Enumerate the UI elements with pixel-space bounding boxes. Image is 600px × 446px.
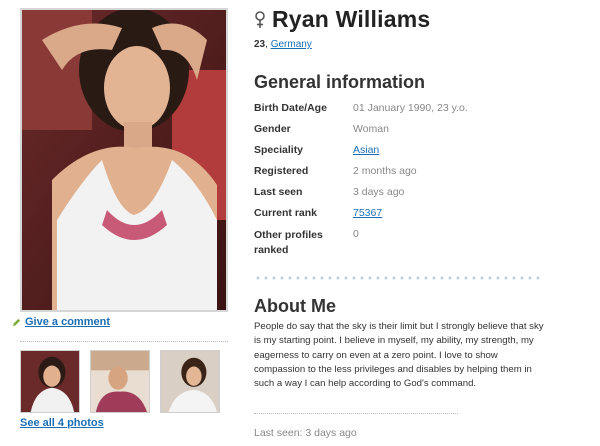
female-symbol-icon [254, 10, 266, 30]
main-profile-photo[interactable] [20, 8, 228, 312]
info-value: 2 months ago [353, 165, 417, 177]
photo-thumbnail[interactable] [160, 350, 220, 413]
age-separator: , [265, 39, 268, 50]
info-value: 3 days ago [353, 186, 405, 198]
give-comment-link[interactable]: Give a comment [12, 316, 110, 328]
country-link[interactable]: Germany [271, 39, 312, 50]
last-seen-footer: Last seen: 3 days ago [254, 427, 357, 439]
general-info-heading: General information [254, 72, 426, 92]
dotted-divider [254, 276, 544, 280]
give-comment-label[interactable]: Give a comment [25, 316, 110, 328]
info-value: Woman [353, 123, 389, 135]
info-row-current-rank: Current rank 75367 [254, 207, 554, 228]
info-label: Registered [254, 165, 309, 177]
profile-name: Ryan Williams [272, 6, 431, 32]
see-all-photos-link[interactable]: See all 4 photos [20, 417, 104, 429]
info-label: Birth Date/Age [254, 102, 327, 114]
info-row-speciality: Speciality Asian [254, 144, 554, 165]
info-row-registered: Registered 2 months ago [254, 165, 554, 186]
right-divider [254, 413, 458, 414]
speciality-link[interactable]: Asian [353, 144, 379, 156]
info-label: Gender [254, 123, 291, 135]
info-row-other-profiles: Other profiles ranked 0 [254, 228, 554, 258]
photo-thumbnails [20, 350, 220, 413]
photo-thumbnail[interactable] [20, 350, 80, 413]
info-value: 01 January 1990, 23 y.o. [353, 102, 468, 114]
profile-age: 23 [254, 39, 266, 50]
rank-link[interactable]: 75367 [353, 207, 382, 219]
age-country-line: 23, Germany [254, 39, 312, 50]
about-me-text: People do say that the sky is their limi… [254, 321, 544, 390]
about-me-heading: About Me [254, 296, 336, 316]
info-row-last-seen: Last seen 3 days ago [254, 186, 554, 207]
left-divider [20, 341, 228, 342]
info-label: Speciality [254, 144, 304, 156]
info-row-birthdate: Birth Date/Age 01 January 1990, 23 y.o. [254, 102, 554, 123]
info-label: Other profiles ranked [254, 229, 323, 256]
info-row-gender: Gender Woman [254, 123, 554, 144]
info-label: Last seen [254, 186, 303, 198]
photo-thumbnail[interactable] [90, 350, 150, 413]
profile-photo-image [22, 10, 226, 310]
pencil-icon [12, 318, 21, 327]
info-value: 0 [353, 228, 359, 240]
info-label: Current rank [254, 207, 318, 219]
general-info-table: Birth Date/Age 01 January 1990, 23 y.o. … [254, 102, 554, 258]
